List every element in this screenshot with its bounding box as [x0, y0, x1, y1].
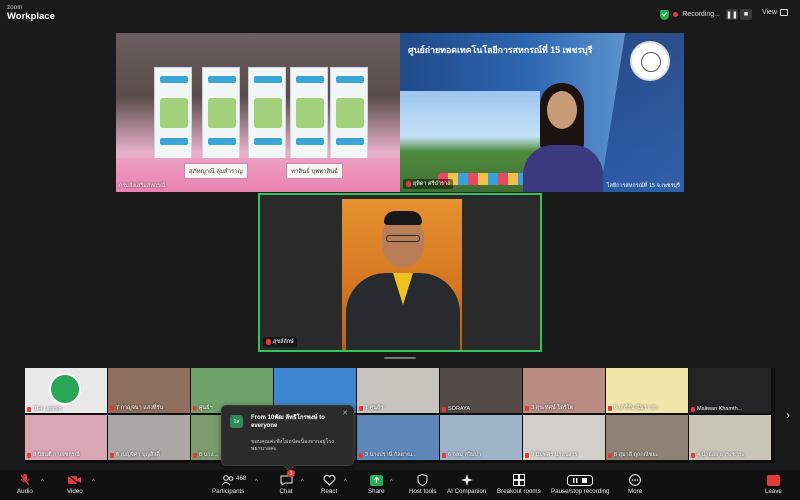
ai-companion-button[interactable]: AI Companion: [447, 474, 486, 495]
pause-stop-icon: [567, 474, 594, 486]
chat-sender: From 10พัฒ ลัทธิโกรพงษ์ to everyone: [251, 415, 325, 430]
gallery-tile[interactable]: Maliwan Khamth...: [689, 368, 771, 413]
chat-badge: 3: [287, 470, 295, 477]
recording-dot-icon: [673, 12, 679, 17]
pause-stop-recording-button[interactable]: Pause/stop recording: [551, 474, 609, 495]
gallery-tile[interactable]: 014 | admin: [25, 368, 107, 413]
gallery-tile[interactable]: SORAYA: [440, 368, 522, 413]
namecard-2: ทาสินธ์ บุพพาสินธ์: [286, 163, 343, 179]
breakout-rooms-button[interactable]: Breakout rooms: [497, 474, 541, 495]
stop-recording-icon[interactable]: ■: [740, 9, 752, 20]
more-icon: [628, 474, 642, 486]
host-tools-button[interactable]: Host tools: [409, 474, 437, 495]
participants-count: 468: [236, 475, 247, 482]
speaker-glasses: [386, 235, 420, 242]
org-seal-icon: [630, 41, 670, 81]
more-button[interactable]: More: [628, 474, 642, 495]
chat-options-chevron-icon[interactable]: ^: [301, 479, 304, 485]
encryption-shield-icon[interactable]: [660, 9, 670, 20]
participant-name-tag: ยุพิดา ศรีบำราง: [403, 179, 453, 189]
video-tile-stage[interactable]: สุภัทญาณี ลุ่มสำราญ ทาสินธ์ บุพพาสินธ์ ก…: [116, 33, 400, 192]
video-tile-active-speaker[interactable]: สุชล์ลักษ์: [258, 193, 542, 352]
video-button[interactable]: Video: [67, 474, 83, 495]
shield-icon: [416, 474, 430, 486]
tile-label: กรมส่งเสริมสหกรณ์: [119, 183, 166, 189]
share-button[interactable]: Share: [368, 474, 385, 495]
chat-message: ขอบคุณค่ะฟังไม่ถนัดเนื่องจากอยู่โรงพยาบา…: [251, 439, 334, 453]
recording-indicator: Recording... ❚❚ ■: [660, 8, 752, 21]
resize-handle[interactable]: [384, 357, 416, 359]
chat-sender-avatar: 1ส: [230, 415, 243, 428]
share-screen-icon: [369, 474, 383, 486]
share-options-chevron-icon[interactable]: ^: [390, 479, 393, 485]
gallery-tile[interactable]: 8 ปิยันตี กาเจชกรณี: [25, 415, 107, 460]
banner-standee: [330, 67, 368, 172]
heart-icon: [322, 474, 336, 486]
avatar: [49, 373, 81, 405]
recording-label: Recording...: [682, 11, 720, 18]
mic-muted-icon: [266, 339, 271, 345]
mic-muted-icon: [406, 181, 411, 187]
gallery-tile[interactable]: 6 กลม สวิมปา: [440, 415, 522, 460]
close-icon[interactable]: ✕: [342, 409, 348, 417]
participant-name-tag: สุชล์ลักษ์: [263, 337, 297, 347]
gallery-tile[interactable]: 1 ศูนย์ฯ: [357, 368, 439, 413]
audio-button[interactable]: Audio: [17, 474, 33, 495]
view-label: View: [761, 9, 777, 16]
org-footer: โลยีการสหกรณ์ที่ 15 จ.เพชรบุรี: [606, 183, 680, 189]
react-button[interactable]: React: [321, 474, 337, 495]
video-options-chevron-icon[interactable]: ^: [92, 479, 95, 485]
banner-standee: [290, 67, 328, 172]
speaker-hair: [384, 211, 422, 225]
leave-button[interactable]: Leave: [765, 474, 782, 495]
chat-notification[interactable]: 1ส From 10พัฒ ลัทธิโกรพงษ์ to everyone ข…: [221, 405, 354, 472]
gallery-tile[interactable]: 7 กาญจนา แสงที่รัน: [108, 368, 190, 413]
banner-standee: [202, 67, 240, 172]
top-bar: zoom Workplace Recording... ❚❚ ■ View: [0, 0, 800, 28]
participants-options-chevron-icon[interactable]: ^: [255, 479, 258, 485]
gallery-tile[interactable]: 9 มัมฟศร นาแบงาร: [523, 415, 605, 460]
gallery-tile[interactable]: 6 เบญจิศา บุญสิงคิ์: [108, 415, 190, 460]
namecard-1: สุภัทญาณี ลุ่มสำราญ: [184, 163, 248, 179]
participants-icon: [221, 474, 235, 486]
chat-icon: 3: [279, 470, 295, 486]
participant-video: [515, 83, 610, 192]
brand-bottom: Workplace: [7, 11, 55, 22]
gallery-tile[interactable]: 4 น้ำอ้อย ยาระชาระ: [689, 415, 771, 460]
chat-button[interactable]: 3 Chat: [279, 470, 295, 495]
gallery-tile[interactable]: 3 นางปรานี กัลยาณ...: [357, 415, 439, 460]
gallery-next-chevron-icon[interactable]: ›: [786, 408, 790, 422]
banner-standee: [248, 67, 286, 172]
gallery-tile[interactable]: 8 สุมาลี ฤกกณิชยะ: [606, 415, 688, 460]
zoom-logo: zoom Workplace: [7, 5, 55, 22]
mic-muted-icon: [18, 474, 32, 486]
react-options-chevron-icon[interactable]: ^: [344, 479, 347, 485]
gallery-strip: 014 | admin 7 กาญจนา แสงที่รัน ศูนย์ฯ 1 …: [25, 368, 775, 463]
pause-recording-icon[interactable]: ❚❚: [726, 9, 738, 20]
org-title: ศูนย์ถ่ายทอดเทคโนโลยีการสหกรณ์ที่ 15 เพช…: [408, 45, 593, 55]
video-tile-presenter[interactable]: ศูนย์ถ่ายทอดเทคโนโลยีการสหกรณ์ที่ 15 เพช…: [400, 33, 684, 192]
audio-options-chevron-icon[interactable]: ^: [41, 479, 44, 485]
banner-standee: [154, 67, 192, 172]
view-button[interactable]: View: [762, 9, 788, 16]
sparkle-icon: [460, 474, 474, 486]
meeting-toolbar: Audio ^ Video ^ Participants 468 ^ 3 Cha…: [0, 470, 800, 500]
view-grid-icon: [780, 9, 788, 16]
gallery-tile[interactable]: 6 อารีรัน ฉิ่นรา ชา: [606, 368, 688, 413]
leave-icon: [766, 474, 780, 486]
gallery-tile[interactable]: 3 สุระทัศน์ โตรีโต: [523, 368, 605, 413]
video-off-icon: [67, 474, 82, 486]
breakout-rooms-icon: [512, 474, 526, 486]
